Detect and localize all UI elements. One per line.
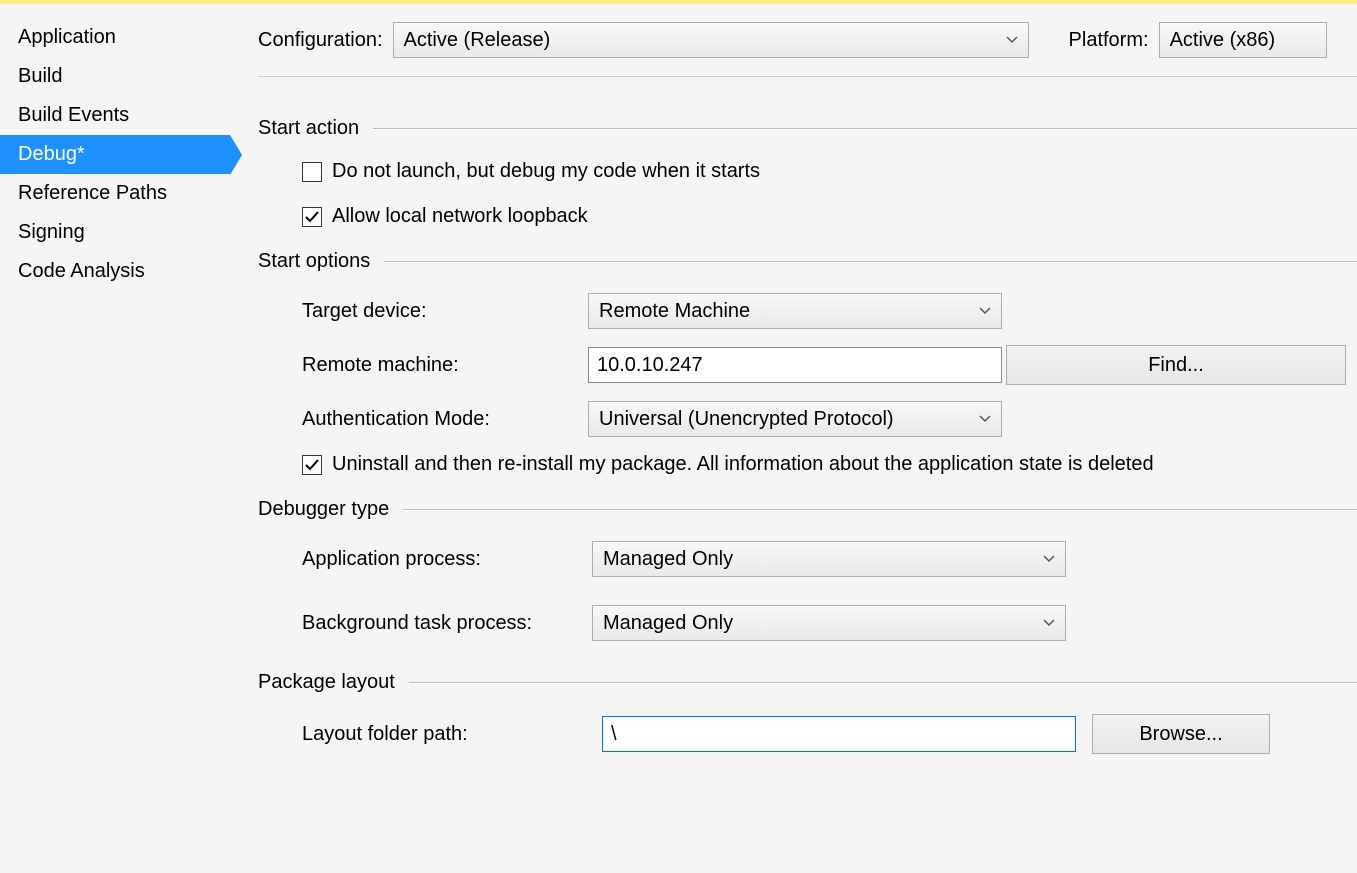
main-panel: Configuration: Active (Release) Platform… [230, 4, 1357, 770]
section-title: Package layout [258, 671, 395, 694]
platform-dropdown[interactable]: Active (x86) [1159, 22, 1327, 58]
bg-process-dropdown[interactable]: Managed Only [592, 605, 1066, 641]
section-package-layout: Package layout Layout folder path: Brows… [258, 671, 1357, 754]
configuration-dropdown[interactable]: Active (Release) [393, 22, 1029, 58]
do-not-launch-label: Do not launch, but debug my code when it… [332, 160, 760, 183]
uninstall-checkbox[interactable] [302, 455, 322, 475]
sidebar-item-debug[interactable]: Debug* [0, 135, 230, 174]
config-row: Configuration: Active (Release) Platform… [258, 22, 1357, 77]
sidebar-item-code-analysis[interactable]: Code Analysis [0, 252, 230, 291]
target-device-dropdown[interactable]: Remote Machine [588, 293, 1002, 329]
do-not-launch-checkbox[interactable] [302, 162, 322, 182]
divider [409, 682, 1357, 684]
chevron-down-icon [979, 415, 991, 423]
bg-process-label: Background task process: [302, 612, 592, 635]
section-title: Start action [258, 117, 359, 140]
sidebar: Application Build Build Events Debug* Re… [0, 4, 230, 770]
auth-mode-label: Authentication Mode: [302, 408, 588, 431]
target-device-label: Target device: [302, 300, 588, 323]
uninstall-label: Uninstall and then re-install my package… [332, 453, 1154, 476]
allow-loopback-checkbox[interactable] [302, 207, 322, 227]
sidebar-item-reference-paths[interactable]: Reference Paths [0, 174, 230, 213]
divider [403, 509, 1357, 511]
sidebar-item-signing[interactable]: Signing [0, 213, 230, 252]
find-button[interactable]: Find... [1006, 345, 1346, 385]
section-start-options: Start options Target device: Remote Mach… [258, 250, 1357, 476]
layout-path-label: Layout folder path: [302, 723, 602, 746]
platform-label: Platform: [1069, 29, 1149, 52]
configuration-label: Configuration: [258, 29, 383, 52]
chevron-down-icon [1043, 555, 1055, 563]
divider [373, 128, 1357, 130]
allow-loopback-label: Allow local network loopback [332, 205, 588, 228]
app-process-label: Application process: [302, 548, 592, 571]
remote-machine-label: Remote machine: [302, 354, 588, 377]
sidebar-item-application[interactable]: Application [0, 18, 230, 57]
divider [384, 261, 1357, 263]
app-process-dropdown[interactable]: Managed Only [592, 541, 1066, 577]
auth-mode-dropdown[interactable]: Universal (Unencrypted Protocol) [588, 401, 1002, 437]
chevron-down-icon [1006, 36, 1018, 44]
sidebar-item-build-events[interactable]: Build Events [0, 96, 230, 135]
section-title: Start options [258, 250, 370, 273]
browse-button[interactable]: Browse... [1092, 714, 1270, 754]
section-debugger-type: Debugger type Application process: Manag… [258, 498, 1357, 641]
section-title: Debugger type [258, 498, 389, 521]
section-start-action: Start action Do not launch, but debug my… [258, 117, 1357, 228]
sidebar-item-build[interactable]: Build [0, 57, 230, 96]
chevron-down-icon [979, 307, 991, 315]
remote-machine-input[interactable] [588, 347, 1002, 383]
chevron-down-icon [1043, 619, 1055, 627]
layout-path-input[interactable] [602, 716, 1076, 752]
